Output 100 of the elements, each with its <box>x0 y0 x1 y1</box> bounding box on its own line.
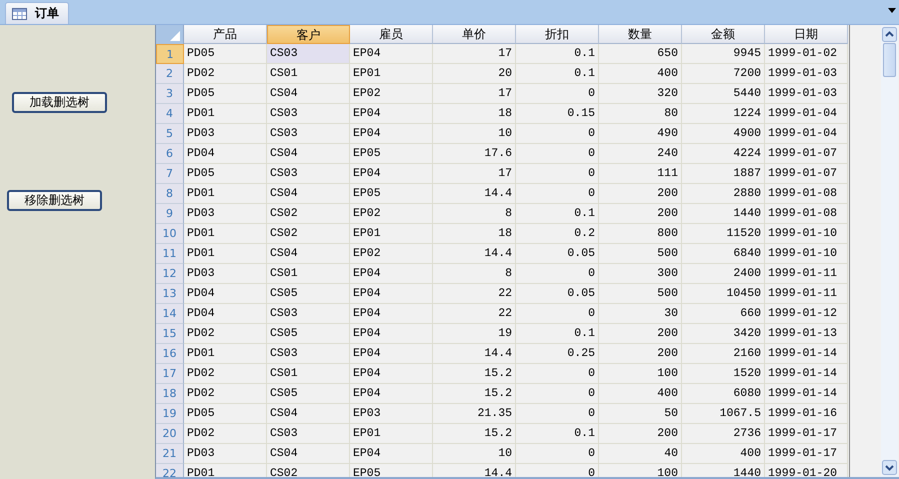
table-cell: 500 <box>599 244 682 264</box>
table-cell: 800 <box>599 224 682 244</box>
table-cell: 1999-01-10 <box>765 244 848 264</box>
row-header[interactable]: 17 <box>156 364 184 384</box>
table-cell: CS01 <box>267 364 350 384</box>
table-cell: PD05 <box>184 164 267 184</box>
table-cell: 0 <box>516 164 599 184</box>
column-header[interactable]: 金额 <box>682 25 765 44</box>
table-cell: EP05 <box>350 184 433 204</box>
column-header[interactable]: 日期 <box>765 25 848 44</box>
document-tab[interactable]: 订单 <box>5 2 69 24</box>
table-cell: EP02 <box>350 244 433 264</box>
table-cell: PD04 <box>184 304 267 324</box>
column-header[interactable]: 数量 <box>599 25 682 44</box>
table-cell: 200 <box>599 184 682 204</box>
table-cell: EP01 <box>350 424 433 444</box>
row-header[interactable]: 9 <box>156 204 184 224</box>
dropdown-caret-icon[interactable] <box>888 8 896 13</box>
table-cell: 111 <box>599 164 682 184</box>
row-header[interactable]: 3 <box>156 84 184 104</box>
row-header[interactable]: 11 <box>156 244 184 264</box>
row-header[interactable]: 21 <box>156 444 184 464</box>
table-cell: 18 <box>433 104 516 124</box>
table-cell: 1999-01-14 <box>765 384 848 404</box>
table-cell: EP03 <box>350 404 433 424</box>
table-cell: CS05 <box>267 324 350 344</box>
table-cell: CS02 <box>267 464 350 477</box>
table-cell: 660 <box>682 304 765 324</box>
row-header[interactable]: 18 <box>156 384 184 404</box>
table-cell: PD02 <box>184 384 267 404</box>
column-header[interactable]: 雇员 <box>350 25 433 44</box>
table-cell: 1440 <box>682 464 765 477</box>
table-cell: 2880 <box>682 184 765 204</box>
table-cell: CS03 <box>267 344 350 364</box>
table-cell: 22 <box>433 304 516 324</box>
scroll-up-icon[interactable] <box>882 27 897 42</box>
row-header[interactable]: 16 <box>156 344 184 364</box>
table-cell: 40 <box>599 444 682 464</box>
table-cell: PD02 <box>184 424 267 444</box>
table-cell: 0 <box>516 304 599 324</box>
table-cell: EP04 <box>350 324 433 344</box>
scroll-down-icon[interactable] <box>882 460 897 475</box>
row-header[interactable]: 4 <box>156 104 184 124</box>
table-cell: 1999-01-14 <box>765 344 848 364</box>
table-cell: 100 <box>599 464 682 477</box>
table-cell: 50 <box>599 404 682 424</box>
table-cell: 400 <box>599 64 682 84</box>
table-cell: 200 <box>599 344 682 364</box>
table-cell: 1999-01-11 <box>765 264 848 284</box>
corner-cell[interactable] <box>156 25 184 44</box>
table-cell: EP04 <box>350 344 433 364</box>
table-cell: 17 <box>433 44 516 64</box>
table-cell: 0.15 <box>516 104 599 124</box>
table-cell: 1999-01-03 <box>765 64 848 84</box>
table-cell: EP04 <box>350 284 433 304</box>
table-cell: EP01 <box>350 224 433 244</box>
table-cell: EP05 <box>350 464 433 477</box>
table-cell: CS04 <box>267 444 350 464</box>
table-cell: 14.4 <box>433 184 516 204</box>
row-header[interactable]: 14 <box>156 304 184 324</box>
row-header[interactable]: 2 <box>156 64 184 84</box>
column-header[interactable]: 产品 <box>184 25 267 44</box>
row-header[interactable]: 12 <box>156 264 184 284</box>
table-cell: 300 <box>599 264 682 284</box>
table-cell: 0.2 <box>516 224 599 244</box>
tree-button[interactable]: 加载删选树 <box>12 92 107 113</box>
table-icon <box>12 8 27 20</box>
column-header[interactable]: 客户 <box>267 25 350 44</box>
table-cell: 1999-01-07 <box>765 164 848 184</box>
row-header[interactable]: 20 <box>156 424 184 444</box>
column-header[interactable]: 折扣 <box>516 25 599 44</box>
table-cell: CS03 <box>267 304 350 324</box>
row-header[interactable]: 1 <box>156 44 184 64</box>
table-cell: 1999-01-12 <box>765 304 848 324</box>
row-header[interactable]: 7 <box>156 164 184 184</box>
column-header[interactable]: 单价 <box>433 25 516 44</box>
table-cell: EP02 <box>350 204 433 224</box>
table-cell: 20 <box>433 64 516 84</box>
table-cell: 0 <box>516 124 599 144</box>
vertical-scrollbar[interactable] <box>881 25 898 477</box>
row-header[interactable]: 15 <box>156 324 184 344</box>
table-cell: 0 <box>516 384 599 404</box>
row-header[interactable]: 19 <box>156 404 184 424</box>
tree-button[interactable]: 移除删选树 <box>7 190 102 211</box>
table-cell: 4224 <box>682 144 765 164</box>
row-header[interactable]: 22 <box>156 464 184 477</box>
row-header[interactable]: 13 <box>156 284 184 304</box>
table-cell: 0 <box>516 364 599 384</box>
table-cell: 1440 <box>682 204 765 224</box>
table-cell: EP04 <box>350 384 433 404</box>
row-header[interactable]: 5 <box>156 124 184 144</box>
row-header[interactable]: 8 <box>156 184 184 204</box>
table-cell: 17 <box>433 84 516 104</box>
table-cell: 21.35 <box>433 404 516 424</box>
row-header[interactable]: 6 <box>156 144 184 164</box>
table-cell: 1887 <box>682 164 765 184</box>
scroll-thumb[interactable] <box>883 43 896 77</box>
table-cell: CS02 <box>267 204 350 224</box>
row-header[interactable]: 10 <box>156 224 184 244</box>
table-cell: EP04 <box>350 264 433 284</box>
